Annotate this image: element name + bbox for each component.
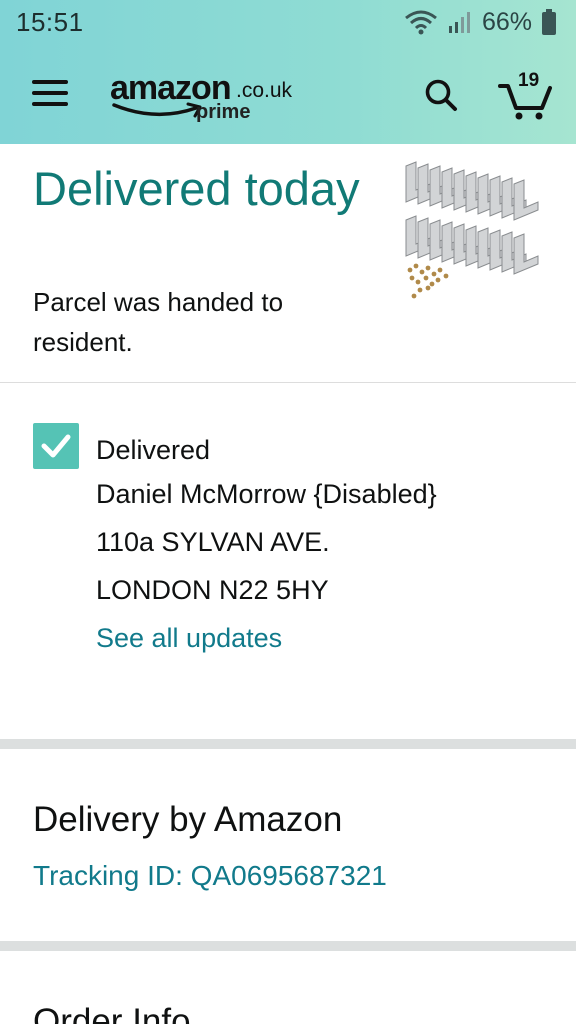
cart-button[interactable]: 19	[496, 70, 554, 120]
smile-arrow-icon	[112, 102, 202, 118]
checkmark-icon	[33, 423, 79, 469]
signal-icon	[448, 10, 472, 34]
delivery-subtitle: Parcel was handed to resident.	[33, 287, 284, 357]
tracking-id-link[interactable]: Tracking ID: QA0695687321	[33, 858, 387, 894]
section-divider-thick	[0, 739, 576, 749]
wifi-icon	[404, 9, 438, 35]
app-header: amazon .co.uk prime 19	[0, 44, 576, 144]
section-divider	[0, 382, 576, 383]
address-line-2: LONDON N22 5HY	[96, 575, 329, 605]
menu-icon[interactable]	[32, 80, 68, 110]
product-image[interactable]	[398, 158, 548, 308]
section-divider-thick	[0, 941, 576, 951]
logo-domain: .co.uk	[236, 79, 293, 102]
status-bar: 15:51 66%	[0, 0, 576, 44]
status-time: 15:51	[16, 6, 84, 37]
recipient-name: Daniel McMorrow {Disabled}	[96, 479, 437, 509]
see-all-updates-link[interactable]: See all updates	[96, 614, 556, 662]
search-icon[interactable]	[424, 78, 458, 112]
cart-count: 19	[518, 70, 540, 91]
address-line-1: 110a SYLVAN AVE.	[96, 527, 330, 557]
status-icons: 66%	[404, 8, 556, 37]
tracking-status: Delivered Daniel McMorrow {Disabled} 110…	[96, 430, 556, 662]
battery-level: 66%	[481, 7, 532, 36]
delivery-status-section: Delivered today Parcel was handed to res…	[0, 144, 576, 382]
carrier-title: Delivery by Amazon	[33, 800, 343, 839]
order-info-title: Order Info	[33, 1002, 191, 1024]
status-label: Delivered	[96, 435, 211, 465]
logo-prime: prime	[196, 101, 251, 123]
battery-icon	[542, 9, 556, 35]
delivery-headline: Delivered today	[33, 162, 360, 215]
amazon-prime-logo[interactable]: amazon .co.uk prime	[108, 70, 308, 126]
